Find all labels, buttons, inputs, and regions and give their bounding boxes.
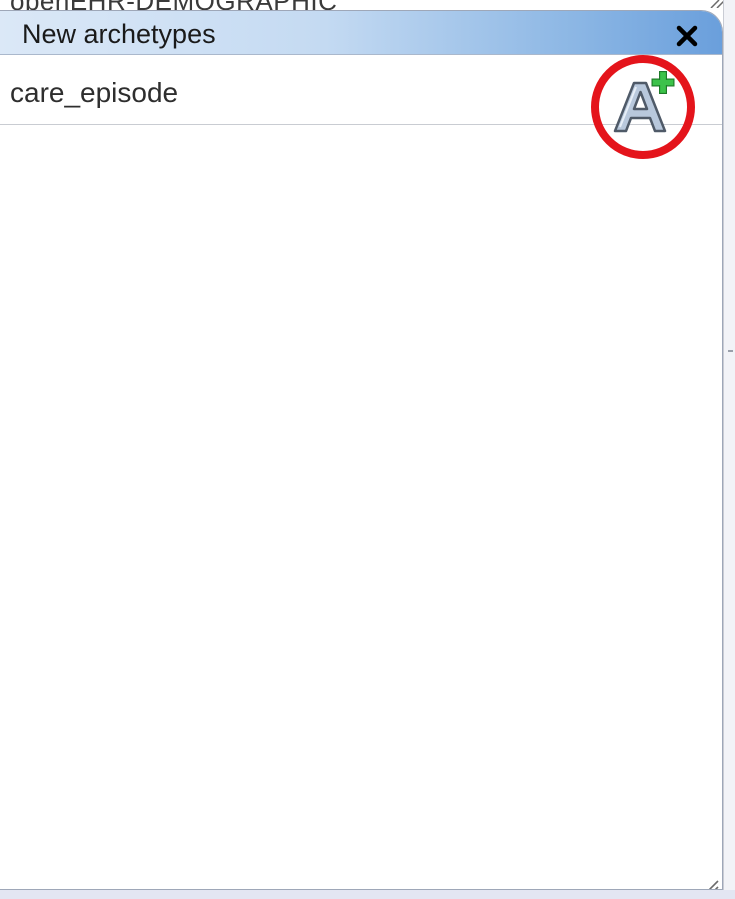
app-stage: openEHR-DEMOGRAPHIC New archetypes care_… [0, 0, 735, 899]
archetype-name: care_episode [10, 77, 179, 108]
bottom-status-strip [0, 890, 735, 899]
right-splitter[interactable] [723, 0, 735, 899]
new-archetypes-panel: New archetypes care_episode [0, 10, 723, 890]
add-archetype-icon[interactable] [588, 55, 700, 167]
background-resize-grip-icon[interactable] [703, 0, 725, 8]
panel-title: New archetypes [22, 19, 216, 49]
close-icon[interactable] [672, 20, 702, 50]
panel-titlebar[interactable]: New archetypes [0, 11, 722, 55]
splitter-handle[interactable] [728, 350, 733, 352]
resize-grip-icon[interactable] [697, 877, 719, 890]
list-item[interactable]: care_episode [0, 55, 722, 159]
